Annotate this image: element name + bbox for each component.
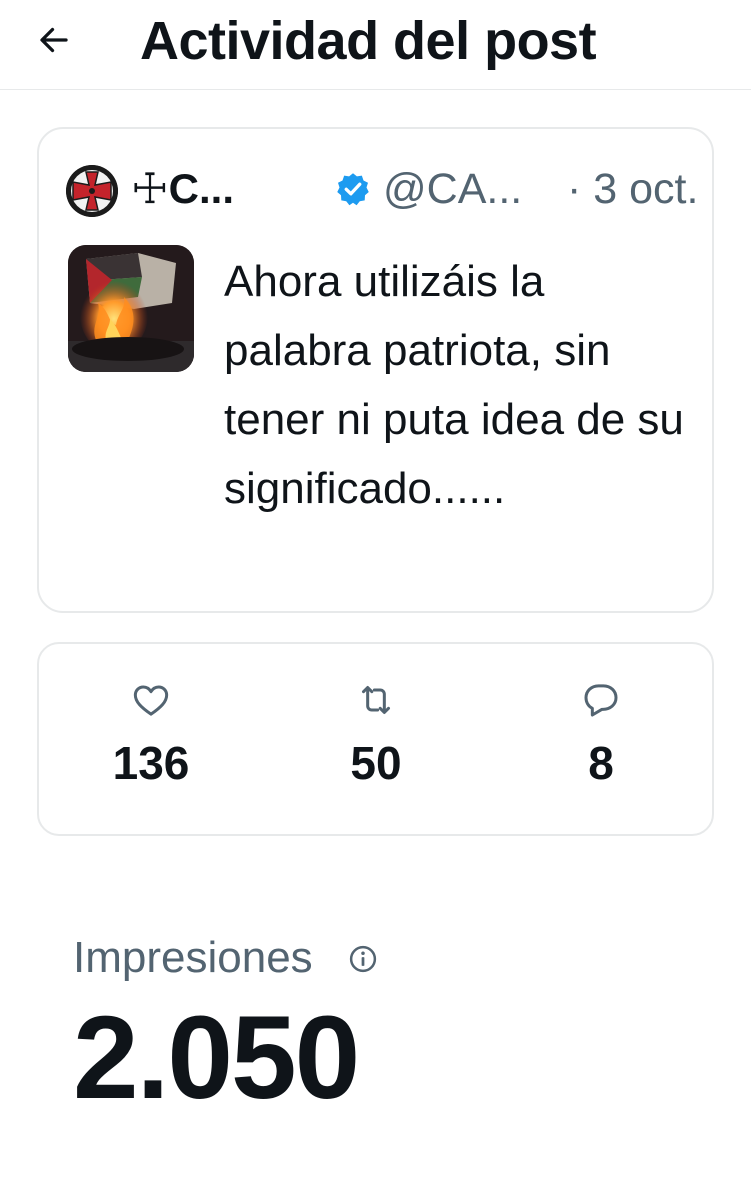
reposts-metric[interactable]: 50 bbox=[306, 680, 446, 790]
avatar[interactable] bbox=[66, 165, 118, 217]
replies-count: 8 bbox=[588, 737, 614, 789]
likes-count: 136 bbox=[112, 737, 190, 789]
info-icon[interactable] bbox=[348, 944, 378, 974]
arrow-left-icon bbox=[40, 27, 68, 53]
impressions-label: Impresiones bbox=[73, 933, 313, 982]
heart-icon bbox=[133, 685, 169, 716]
verified-badge-icon bbox=[337, 173, 369, 206]
post-text: Ahora utilizáis la palabra patriota, sin… bbox=[224, 257, 684, 513]
likes-metric[interactable]: 136 bbox=[81, 680, 221, 790]
author-handle[interactable]: @CA... bbox=[383, 161, 522, 217]
author-name[interactable]: ☩C... bbox=[131, 161, 234, 217]
repost-icon bbox=[362, 686, 390, 714]
post-date: · 3 oct. bbox=[567, 165, 699, 213]
page-title: Actividad del post bbox=[140, 11, 597, 71]
burning-flag-image bbox=[68, 245, 194, 372]
replies-metric[interactable]: 8 bbox=[531, 680, 671, 790]
impressions-count: 2.050 bbox=[73, 992, 360, 1124]
back-button[interactable] bbox=[28, 14, 80, 66]
post-media-thumbnail[interactable] bbox=[68, 245, 194, 372]
post-card[interactable]: ☩C... @CA... · 3 oct. Ahora utilizáis la… bbox=[37, 127, 714, 613]
engagement-metrics-card: 136 50 8 bbox=[37, 642, 714, 836]
reply-bubble-icon bbox=[584, 684, 618, 717]
header-bar: Actividad del post bbox=[0, 0, 751, 90]
cross-emblem-icon bbox=[66, 165, 118, 217]
reposts-count: 50 bbox=[350, 737, 402, 789]
